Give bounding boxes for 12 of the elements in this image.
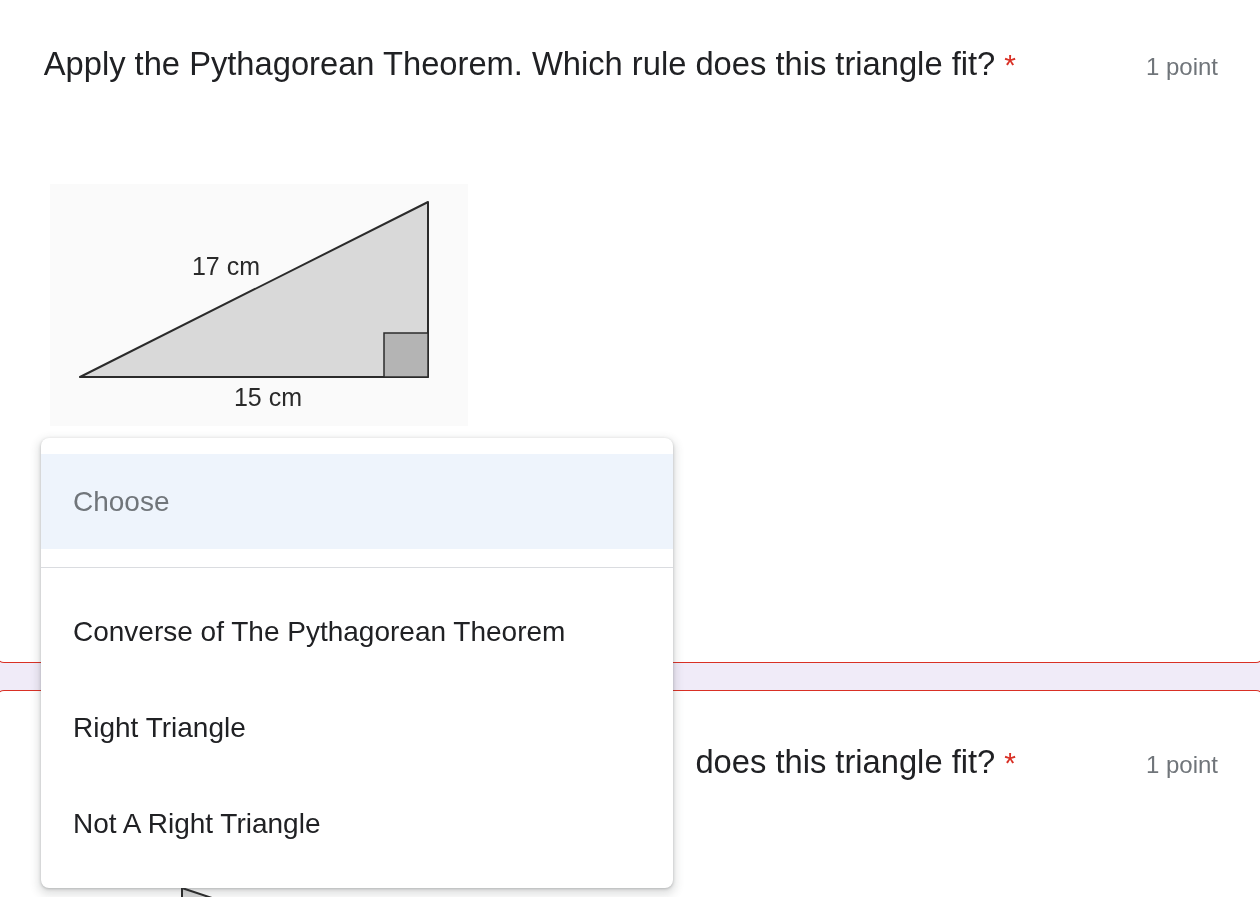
required-mark: *: [1004, 745, 1016, 781]
dropdown-option[interactable]: Converse of The Pythagorean Theorem: [41, 584, 673, 680]
side-length-label: 15 cm: [233, 383, 303, 411]
dropdown-option[interactable]: Right Triangle: [41, 680, 673, 776]
points-label: 1 point: [1145, 52, 1218, 82]
points-label: 1 point: [1145, 750, 1218, 780]
question-title: Apply the Pythagorean Theorem. Which rule does this triangle fit?: [43, 44, 996, 84]
dropdown-option[interactable]: Not A Right Triangle: [41, 776, 673, 872]
required-mark: *: [1004, 47, 1016, 83]
dropdown-option[interactable]: Choose: [41, 454, 673, 549]
question-title: does this triangle fit?: [695, 742, 996, 782]
side-length-label: 17 cm: [191, 252, 261, 280]
